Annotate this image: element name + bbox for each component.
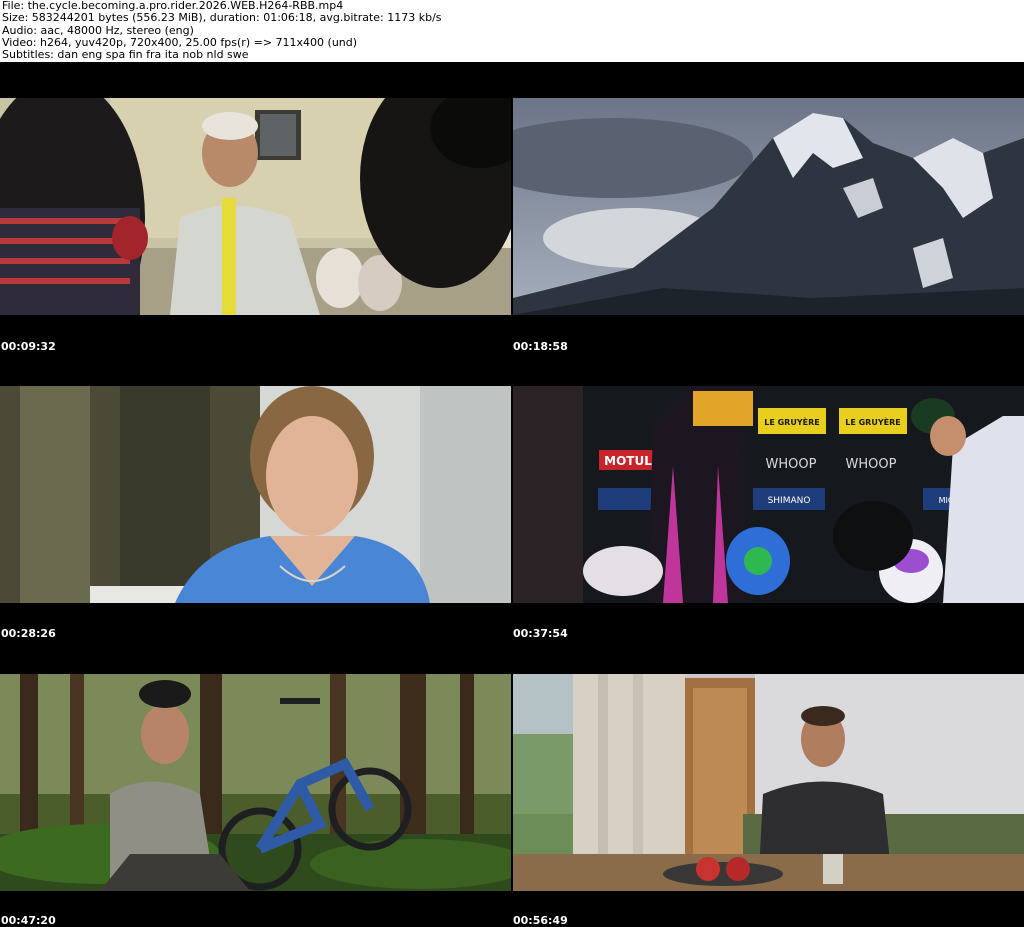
thumbnail-frame-1	[0, 98, 511, 315]
thumbnail-frame-2	[513, 98, 1024, 315]
whoop-sign-2: WHOOP	[846, 457, 897, 472]
timestamp-frame-4: 00:37:54	[513, 627, 568, 640]
thumbnail-frame-4: LE GRUYÈRE LE GRUYÈRE MOTUL WHOOP WHOOP …	[513, 386, 1024, 603]
thumbnail-frame-3	[0, 386, 511, 603]
thumbnail-frame-6	[513, 674, 1024, 891]
podium-sign-1: LE GRUYÈRE	[764, 416, 819, 427]
shimano-sign: SHIMANO	[768, 496, 811, 506]
timestamp-frame-6: 00:56:49	[513, 914, 568, 927]
podium-sign-2: LE GRUYÈRE	[845, 416, 900, 427]
motul-sign: MOTUL	[604, 454, 652, 468]
subtitles-info-line: Subtitles: dan eng spa fin fra ita nob n…	[2, 48, 249, 62]
whoop-sign-1: WHOOP	[766, 457, 817, 472]
timestamp-frame-3: 00:28:26	[1, 627, 56, 640]
thumbnail-frame-5	[0, 674, 511, 891]
timestamp-frame-1: 00:09:32	[1, 340, 56, 353]
file-size-line: Size: 583244201 bytes (556.23 MiB), dura…	[2, 11, 442, 25]
file-info-header: File: the.cycle.becoming.a.pro.rider.202…	[0, 0, 1024, 62]
timestamp-frame-2: 00:18:58	[513, 340, 568, 353]
timestamp-frame-5: 00:47:20	[1, 914, 56, 927]
